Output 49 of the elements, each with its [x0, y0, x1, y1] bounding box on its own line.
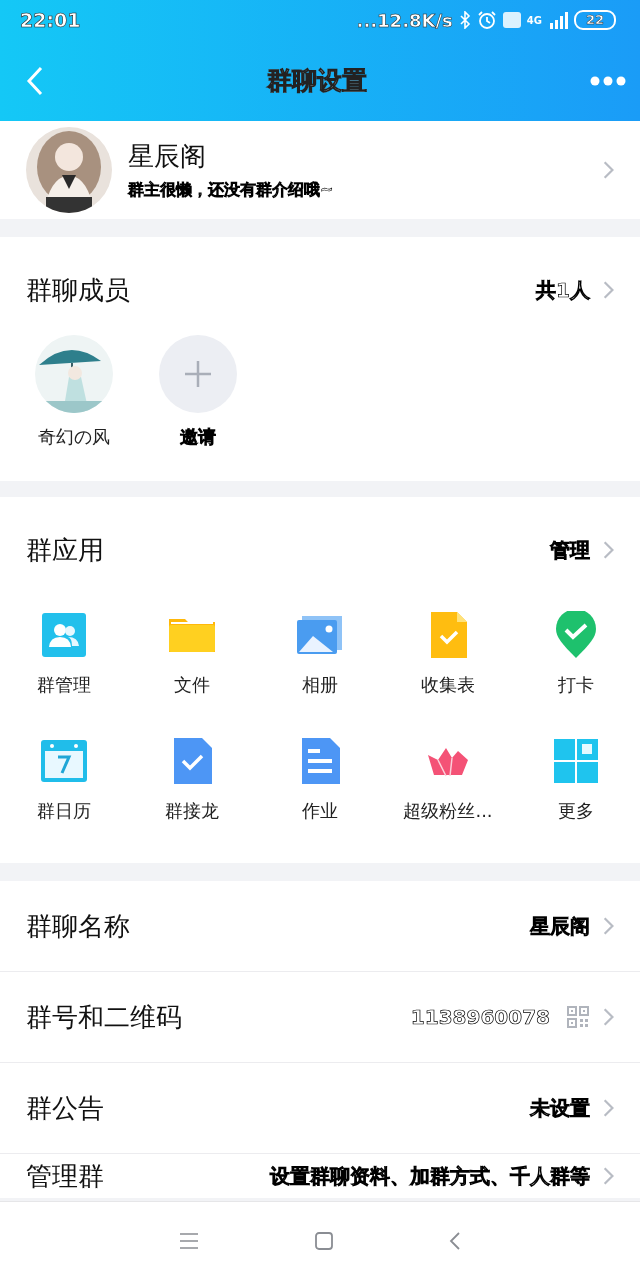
back-icon[interactable]	[449, 1231, 461, 1251]
network-speed: ...12.8K/s	[356, 9, 453, 31]
status-time: 22:01	[20, 9, 81, 31]
home-icon[interactable]	[314, 1231, 334, 1251]
more-icon[interactable]	[590, 75, 626, 86]
member-name: 奇幻の风	[38, 425, 110, 449]
app-label[interactable]: 更多	[558, 799, 594, 823]
qr-code-icon[interactable]	[566, 1005, 590, 1029]
app-label[interactable]: 打卡	[558, 673, 594, 697]
grid-icon[interactable]	[552, 737, 600, 785]
app-label[interactable]: 群接龙	[165, 799, 219, 823]
setting-label[interactable]: 群聊名称	[26, 908, 530, 944]
chevron-icon[interactable]	[602, 540, 614, 560]
setting-label[interactable]: 群号和二维码	[26, 999, 411, 1035]
menu-icon[interactable]	[179, 1232, 199, 1250]
section-title: 群聊成员	[26, 273, 131, 307]
bluetooth-icon	[458, 11, 471, 29]
app-label[interactable]: 群管理	[37, 673, 91, 697]
setting-value: 设置群聊资料、加群方式、千人群等	[270, 1162, 590, 1190]
member-name: 邀请	[180, 425, 216, 449]
app-label[interactable]: 相册	[302, 673, 338, 697]
page-title: 群聊设置	[267, 65, 367, 97]
alarm-icon	[476, 10, 497, 30]
member-count[interactable]: 共1人	[536, 276, 590, 304]
group-name: 星辰阁	[128, 140, 207, 173]
setting-label[interactable]: 管理群	[26, 1158, 270, 1194]
battery-level: 22	[573, 10, 616, 30]
setting-label[interactable]: 群公告	[26, 1090, 530, 1126]
chevron-icon[interactable]	[602, 916, 614, 936]
section-title: 群应用	[26, 533, 105, 567]
setting-value: 星辰阁	[530, 912, 590, 940]
chevron-icon[interactable]	[602, 1166, 614, 1186]
calendar-icon[interactable]	[40, 737, 88, 785]
setting-value: 1138960078	[410, 1005, 550, 1029]
app-label[interactable]: 群日历	[37, 799, 91, 823]
chevron-icon[interactable]	[602, 1098, 614, 1118]
network-type: 4G	[526, 14, 542, 26]
invite-button[interactable]	[159, 335, 237, 413]
app-label[interactable]: 收集表	[421, 673, 475, 697]
manage-link[interactable]: 管理	[550, 536, 590, 564]
app-label[interactable]: 作业	[302, 799, 338, 823]
app-label[interactable]: 超级粉丝...	[403, 799, 493, 823]
chevron-icon[interactable]	[602, 1007, 614, 1027]
chevron-icon[interactable]	[602, 160, 614, 180]
app-label[interactable]: 文件	[174, 673, 210, 697]
people-icon[interactable]	[40, 611, 88, 659]
setting-value: 未设置	[530, 1094, 590, 1122]
chevron-icon[interactable]	[602, 280, 614, 300]
signal-icon	[547, 11, 568, 29]
